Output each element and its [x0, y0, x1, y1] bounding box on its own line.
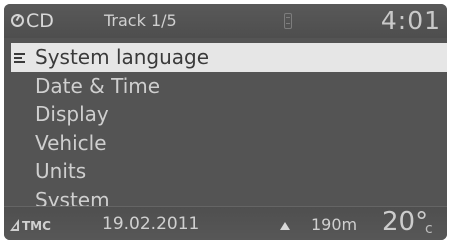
audio-source: CD	[26, 10, 54, 32]
disc-icon	[11, 14, 24, 27]
distance: 190m	[311, 215, 358, 234]
menu-item-display[interactable]: Display	[4, 100, 447, 129]
status-bar: CD Track 1/5 4:01	[4, 4, 447, 38]
tmc-label: TMC	[22, 219, 51, 233]
menu-item-label: Display	[35, 102, 109, 126]
outside-temperature: 20°	[382, 207, 429, 237]
phone-icon	[284, 13, 292, 29]
road-icon	[10, 219, 19, 231]
display-screen: CD Track 1/5 4:01 System language Date &…	[4, 4, 447, 240]
nav-arrow-icon	[280, 222, 290, 230]
menu-item-label: Vehicle	[35, 130, 107, 155]
date: 19.02.2011	[102, 214, 200, 234]
menu-item-date-time[interactable]: Date & Time	[4, 72, 447, 101]
settings-icon	[14, 53, 26, 63]
track-info: Track 1/5	[104, 11, 177, 30]
clock: 4:01	[380, 6, 441, 35]
menu-item-vehicle[interactable]: Vehicle	[4, 129, 447, 158]
menu-item-label: System language	[35, 45, 210, 69]
menu-item-label: Units	[35, 159, 87, 183]
info-bar: TMC 19.02.2011 190m 20° c	[4, 206, 447, 240]
menu-item-units[interactable]: Units	[4, 157, 447, 186]
menu-item-system-language[interactable]: System language	[11, 43, 447, 72]
temperature-unit: c	[425, 221, 433, 237]
menu-item-label: Date & Time	[35, 73, 161, 98]
settings-menu: System language Date & Time Display Vehi…	[4, 43, 447, 214]
